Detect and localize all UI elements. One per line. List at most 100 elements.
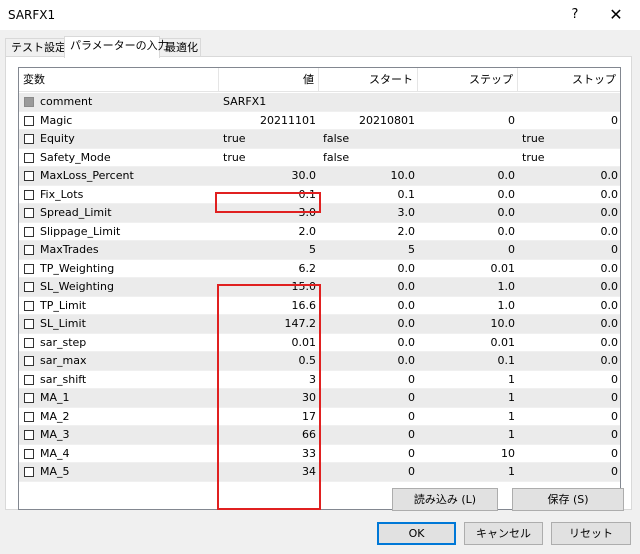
param-start-cell[interactable]: 0.0 xyxy=(319,278,418,296)
table-row[interactable]: Safety_Mode true false true xyxy=(19,149,620,167)
param-step-cell[interactable]: 0.0 xyxy=(418,223,518,241)
param-step-cell[interactable]: 0.01 xyxy=(418,334,518,352)
param-value-cell[interactable]: SARFX1 xyxy=(219,93,319,111)
param-start-cell[interactable]: false xyxy=(319,149,418,167)
param-start-cell[interactable]: 0 xyxy=(319,389,418,407)
param-step-cell[interactable]: 0.1 xyxy=(418,352,518,370)
optimize-checkbox[interactable] xyxy=(24,189,34,200)
param-start-cell[interactable]: 10.0 xyxy=(319,167,418,185)
optimize-checkbox[interactable] xyxy=(24,337,34,348)
param-stop-cell[interactable]: 0.0 xyxy=(518,315,620,333)
param-value-cell[interactable]: 2.0 xyxy=(219,223,319,241)
param-start-cell[interactable]: false xyxy=(319,130,418,148)
param-stop-cell[interactable]: 0 xyxy=(518,426,620,444)
param-start-cell[interactable]: 0 xyxy=(319,371,418,389)
param-step-cell[interactable]: 1 xyxy=(418,463,518,481)
optimize-checkbox[interactable] xyxy=(24,374,34,385)
table-row[interactable]: TP_Weighting 6.2 0.0 0.01 0.0 xyxy=(19,260,620,278)
param-start-cell[interactable]: 0.0 xyxy=(319,352,418,370)
param-start-cell[interactable]: 0.0 xyxy=(319,260,418,278)
table-row[interactable]: MaxLoss_Percent 30.0 10.0 0.0 0.0 xyxy=(19,167,620,186)
table-row[interactable]: MaxTrades 5 5 0 0 xyxy=(19,241,620,260)
param-step-cell[interactable]: 0 xyxy=(418,112,518,130)
header-start[interactable]: スタート xyxy=(319,68,418,92)
param-value-cell[interactable]: 20211101 xyxy=(219,112,319,130)
param-value-cell[interactable]: 5 xyxy=(219,241,319,259)
table-row[interactable]: Slippage_Limit 2.0 2.0 0.0 0.0 xyxy=(19,223,620,241)
param-step-cell[interactable] xyxy=(418,149,518,167)
param-step-cell[interactable]: 1 xyxy=(418,389,518,407)
param-start-cell[interactable]: 0.1 xyxy=(319,186,418,204)
header-value[interactable]: 値 xyxy=(219,68,319,92)
param-value-cell[interactable]: 30.0 xyxy=(219,167,319,185)
optimize-checkbox[interactable] xyxy=(24,319,34,329)
param-value-cell[interactable]: 6.2 xyxy=(219,260,319,278)
param-stop-cell[interactable]: 0.0 xyxy=(518,186,620,204)
param-stop-cell[interactable]: 0.0 xyxy=(518,297,620,315)
optimize-checkbox[interactable] xyxy=(24,208,34,218)
optimize-checkbox[interactable] xyxy=(24,393,34,403)
param-start-cell[interactable]: 5 xyxy=(319,241,418,259)
param-start-cell[interactable]: 3.0 xyxy=(319,204,418,222)
param-start-cell[interactable]: 20210801 xyxy=(319,112,418,130)
param-value-cell[interactable]: true xyxy=(219,130,319,148)
param-stop-cell[interactable]: true xyxy=(518,149,620,167)
param-step-cell[interactable]: 1 xyxy=(418,408,518,426)
param-start-cell[interactable]: 2.0 xyxy=(319,223,418,241)
param-stop-cell[interactable]: 0.0 xyxy=(518,352,620,370)
optimize-checkbox[interactable] xyxy=(24,467,34,477)
optimize-checkbox[interactable] xyxy=(24,300,34,311)
param-step-cell[interactable] xyxy=(418,130,518,148)
param-step-cell[interactable]: 0 xyxy=(418,241,518,259)
table-row[interactable]: Magic 20211101 20210801 0 0 xyxy=(19,112,620,130)
optimize-checkbox[interactable] xyxy=(24,115,34,126)
param-step-cell[interactable]: 10 xyxy=(418,445,518,463)
param-step-cell[interactable]: 1.0 xyxy=(418,297,518,315)
param-stop-cell[interactable]: 0 xyxy=(518,112,620,130)
param-start-cell[interactable]: 0 xyxy=(319,408,418,426)
param-start-cell[interactable]: 0 xyxy=(319,426,418,444)
param-stop-cell[interactable]: 0 xyxy=(518,445,620,463)
optimize-checkbox[interactable] xyxy=(24,245,34,255)
param-step-cell[interactable]: 0.01 xyxy=(418,260,518,278)
header-stop[interactable]: ストップ xyxy=(518,68,620,92)
param-step-cell[interactable]: 0.0 xyxy=(418,167,518,185)
optimize-checkbox[interactable] xyxy=(24,226,34,237)
param-step-cell[interactable] xyxy=(418,93,518,111)
param-stop-cell[interactable]: true xyxy=(518,130,620,148)
reset-button[interactable]: リセット xyxy=(551,522,631,545)
tab-test-settings[interactable]: テスト設定 xyxy=(5,38,66,57)
optimize-checkbox[interactable] xyxy=(24,152,34,163)
help-button[interactable]: ? xyxy=(563,3,587,27)
param-step-cell[interactable]: 1 xyxy=(418,371,518,389)
header-variable[interactable]: 変数 xyxy=(19,68,219,92)
optimize-checkbox[interactable] xyxy=(24,448,34,459)
optimize-checkbox[interactable] xyxy=(24,282,34,292)
table-row[interactable]: Equity true false true xyxy=(19,130,620,149)
optimize-checkbox[interactable] xyxy=(24,430,34,440)
param-stop-cell[interactable]: 0.0 xyxy=(518,260,620,278)
optimize-checkbox[interactable] xyxy=(24,97,34,107)
param-start-cell[interactable]: 0 xyxy=(319,463,418,481)
param-start-cell[interactable]: 0 xyxy=(319,445,418,463)
optimize-checkbox[interactable] xyxy=(24,263,34,274)
param-stop-cell[interactable]: 0 xyxy=(518,371,620,389)
param-stop-cell[interactable]: 0 xyxy=(518,389,620,407)
optimize-checkbox[interactable] xyxy=(24,171,34,181)
param-step-cell[interactable]: 10.0 xyxy=(418,315,518,333)
param-stop-cell[interactable] xyxy=(518,93,620,111)
param-step-cell[interactable]: 1.0 xyxy=(418,278,518,296)
param-value-cell[interactable]: true xyxy=(219,149,319,167)
param-stop-cell[interactable]: 0.0 xyxy=(518,204,620,222)
param-stop-cell[interactable]: 0.0 xyxy=(518,334,620,352)
param-stop-cell[interactable]: 0.0 xyxy=(518,223,620,241)
param-stop-cell[interactable]: 0 xyxy=(518,408,620,426)
param-stop-cell[interactable]: 0.0 xyxy=(518,278,620,296)
param-stop-cell[interactable]: 0 xyxy=(518,463,620,481)
param-stop-cell[interactable]: 0 xyxy=(518,241,620,259)
param-step-cell[interactable]: 0.0 xyxy=(418,186,518,204)
tab-parameters[interactable]: パラメーターの入力 xyxy=(64,36,169,58)
param-step-cell[interactable]: 1 xyxy=(418,426,518,444)
optimize-checkbox[interactable] xyxy=(24,356,34,366)
param-stop-cell[interactable]: 0.0 xyxy=(518,167,620,185)
